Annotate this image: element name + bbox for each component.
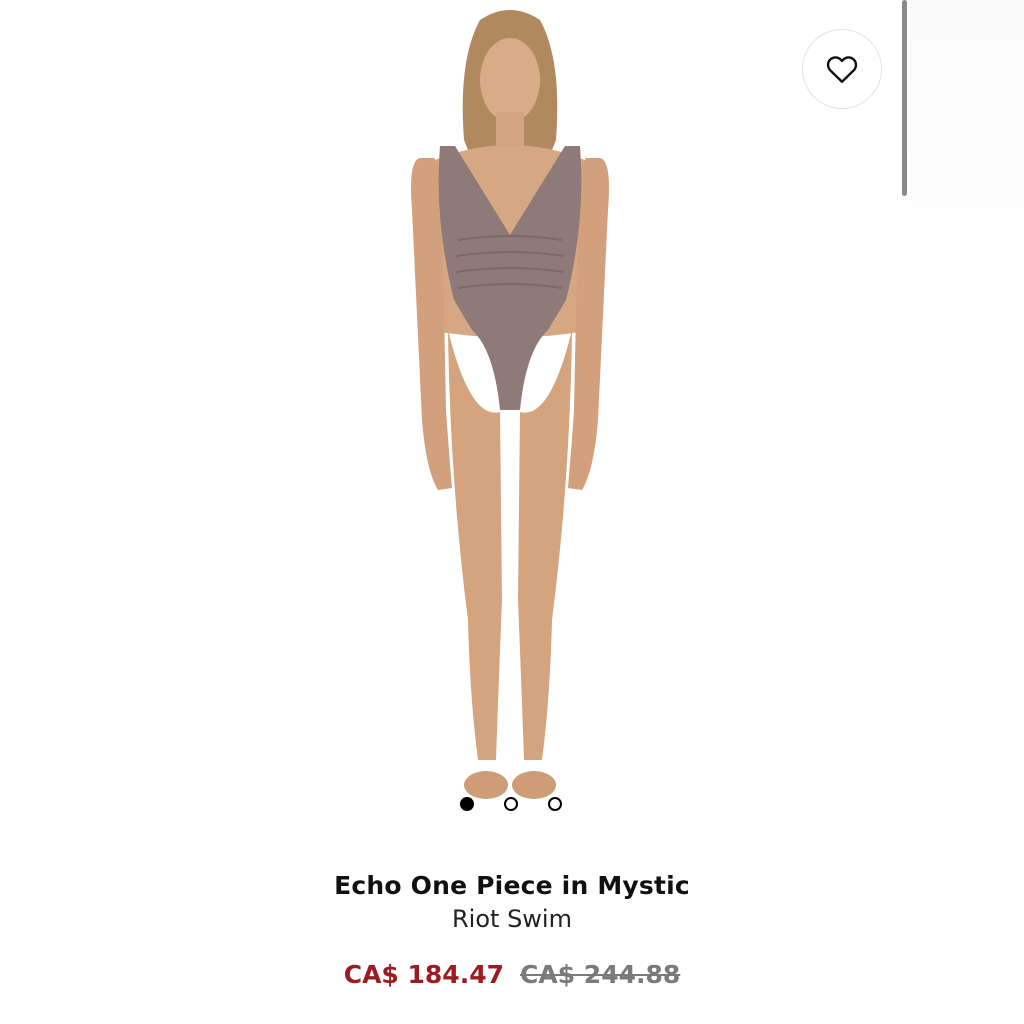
- price-block: CA$ 184.47 CA$ 244.88: [0, 960, 1024, 989]
- sale-price: CA$ 184.47: [343, 960, 504, 989]
- scroll-indicator[interactable]: [902, 0, 907, 196]
- product-image-carousel[interactable]: [0, 0, 1024, 830]
- product-page: Echo One Piece in Mystic Riot Swim CA$ 1…: [0, 0, 1024, 1024]
- brand-link[interactable]: Riot Swim: [0, 902, 1024, 936]
- add-to-wishlist-button[interactable]: [802, 29, 882, 109]
- carousel-pagination: [460, 796, 562, 812]
- next-slide-preview: [910, 0, 1024, 300]
- carousel-dot-3[interactable]: [548, 797, 562, 811]
- product-photo: [411, 10, 609, 799]
- product-info: Echo One Piece in Mystic Riot Swim CA$ 1…: [0, 870, 1024, 989]
- carousel-dot-2[interactable]: [504, 797, 518, 811]
- carousel-dot-1[interactable]: [460, 797, 474, 811]
- product-title[interactable]: Echo One Piece in Mystic: [0, 870, 1024, 902]
- heart-outline-icon: [826, 56, 858, 83]
- original-price: CA$ 244.88: [520, 960, 681, 989]
